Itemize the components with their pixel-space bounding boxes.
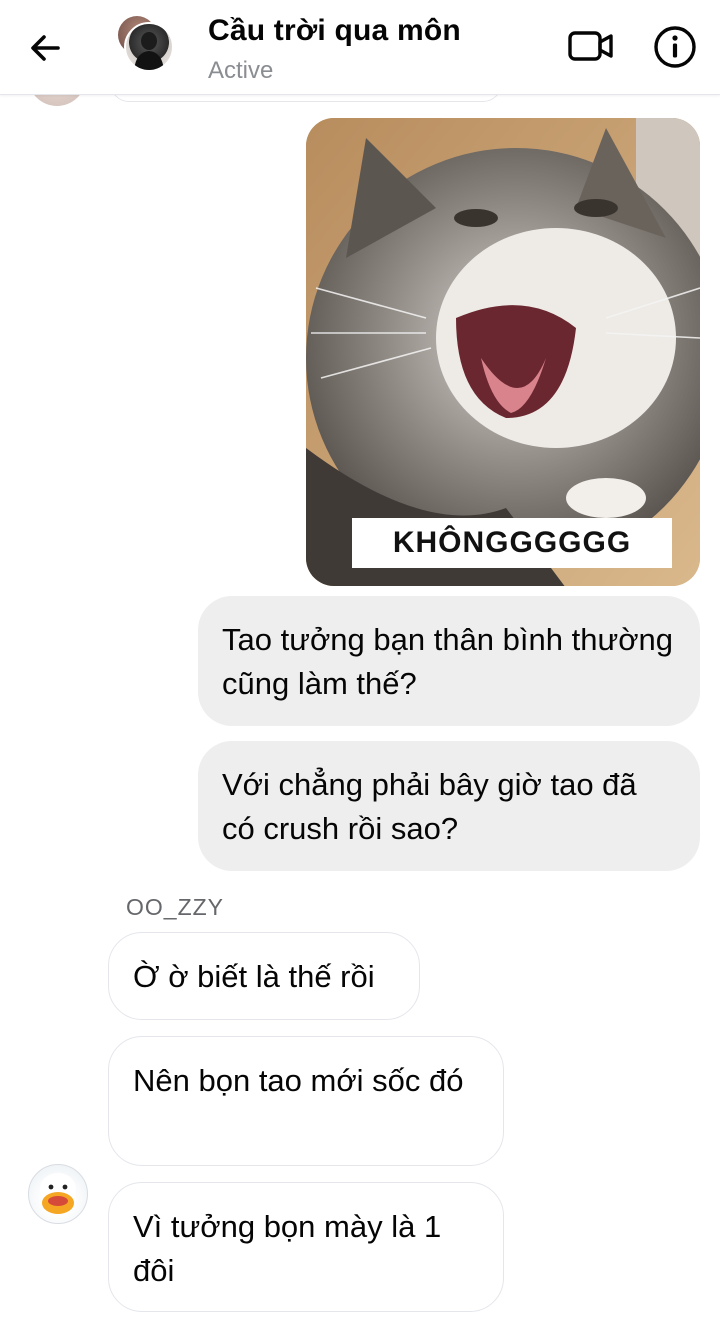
avatar[interactable] [28, 1164, 88, 1224]
back-button[interactable] [24, 26, 68, 70]
video-call-button[interactable] [566, 26, 616, 66]
conversation-title[interactable]: Cầu trời qua môn [208, 14, 461, 48]
info-icon [654, 26, 696, 68]
conversation-avatar[interactable] [118, 16, 176, 74]
avatar [28, 94, 86, 106]
message-bubble-partial[interactable] [110, 94, 502, 102]
cat-photo [306, 118, 700, 586]
avatar-primary [124, 22, 174, 72]
duck-avatar-image [40, 1173, 76, 1214]
video-camera-icon [568, 31, 613, 61]
info-button[interactable] [652, 24, 698, 70]
message-bubble-outgoing[interactable]: Tao tưởng bạn thân bình thường cũng làm … [198, 596, 700, 726]
message-thread[interactable]: KHÔNGGGGGG Tao tưởng bạn thân bình thườn… [0, 94, 720, 1324]
message-bubble-incoming[interactable]: Vì tưởng bọn mày là 1 đôi [108, 1182, 504, 1312]
arrow-left-icon [31, 35, 60, 61]
sender-name: OO_ZZY [126, 894, 225, 920]
message-bubble-incoming[interactable]: Nên bọn tao mới sốc đó [108, 1036, 504, 1166]
message-bubble-incoming[interactable]: Ờ ờ biết là thế rồi [108, 932, 420, 1020]
image-message[interactable]: KHÔNGGGGGG [306, 118, 700, 586]
message-bubble-outgoing[interactable]: Với chẳng phải bây giờ tao đã có crush r… [198, 741, 700, 871]
image-caption: KHÔNGGGGGG [352, 518, 672, 568]
active-status: Active [208, 57, 274, 84]
chat-header: Cầu trời qua môn Active [0, 0, 720, 95]
